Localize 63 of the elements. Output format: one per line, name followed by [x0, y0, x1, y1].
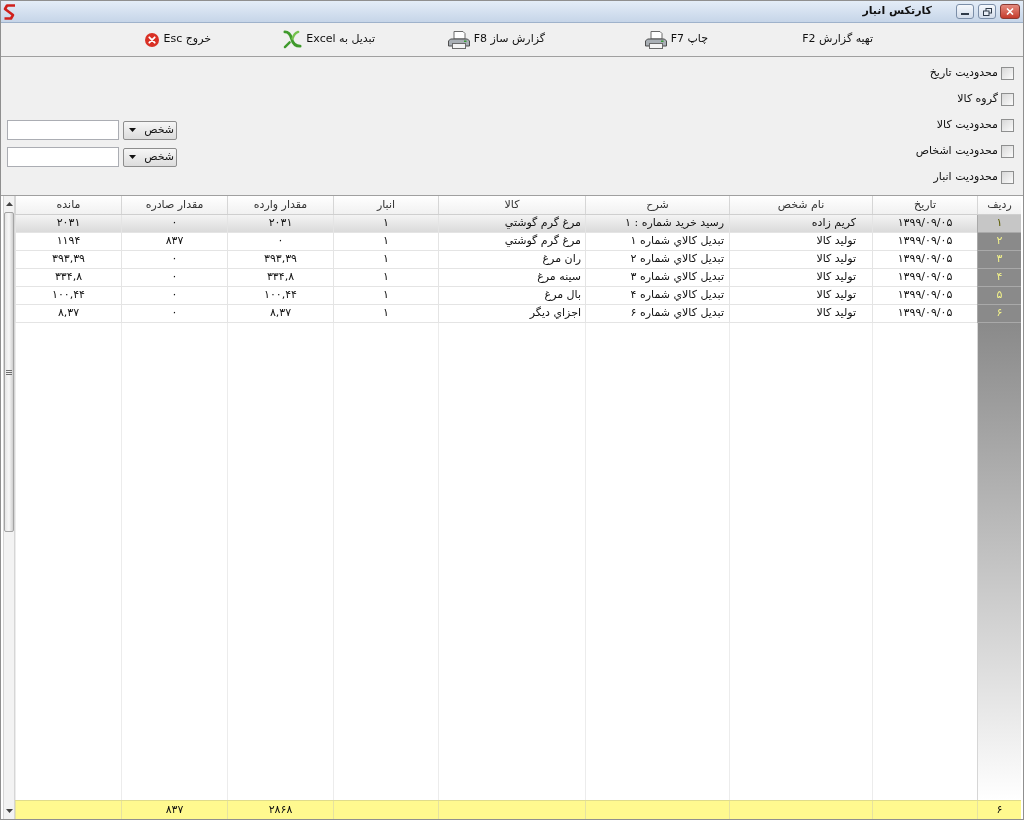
scrollbar-thumb[interactable] — [4, 212, 14, 532]
toolbar-button[interactable]: چاپ F7 — [644, 30, 708, 49]
dropdown[interactable]: شخص — [123, 120, 177, 140]
text-field[interactable] — [7, 120, 119, 140]
checkbox[interactable] — [1001, 170, 1014, 184]
table-cell: ۱۳۹۹/۰۹/۰۵ — [872, 305, 977, 323]
total-cell: ۸۳۷ — [121, 801, 227, 819]
table-row[interactable]: ۶ ۱۳۹۹/۰۹/۰۵ تولید کالا تبدیل کالاي شماره ۶ اجزاي دیگر ۱ ۸,۳۷ ۰ ۸,۳۷ — [15, 305, 1021, 323]
row-number[interactable]: ۱ — [977, 215, 1021, 233]
toolbar-button[interactable]: خروج Esc — [145, 31, 211, 48]
printer-icon — [447, 30, 470, 49]
checkbox[interactable] — [1001, 66, 1014, 80]
up-arrow-icon — [5, 202, 13, 206]
table-row[interactable]: ۳ ۱۳۹۹/۰۹/۰۵ تولید کالا تبدیل کالاي شماره ۲ ران مرغ ۱ ۳۹۳,۳۹ ۰ ۳۹۳,۳۹ — [15, 251, 1021, 269]
curved-x-icon — [283, 30, 303, 49]
toolbar-button[interactable]: تهیه گزارش F2 — [802, 31, 873, 48]
table-cell: ۸,۳۷ — [227, 305, 333, 323]
table-row[interactable]: ۴ ۱۳۹۹/۰۹/۰۵ تولید کالا تبدیل کالاي شماره ۳ سینه مرغ ۱ ۳۳۴,۸ ۰ ۳۳۴,۸ — [15, 269, 1021, 287]
caret-down-icon — [129, 155, 136, 159]
checkbox[interactable] — [1001, 144, 1014, 158]
dropdown[interactable]: شخص — [123, 147, 177, 167]
printer-icon — [644, 30, 667, 49]
toolbar-button[interactable]: تبدیل به Excel — [283, 30, 375, 49]
text-field[interactable] — [7, 147, 119, 167]
table-row[interactable]: ۱ ۱۳۹۹/۰۹/۰۵ کریم زاده رسید خرید شماره : ۱ مرغ گرم گوشتي ۱ ۲۰۳۱ ۰ ۲۰۳۱ — [15, 215, 1021, 233]
restore-button[interactable] — [978, 4, 996, 19]
column-header[interactable]: شرح — [585, 196, 729, 214]
checkbox-label[interactable]: گروه کالا — [957, 90, 998, 108]
column-header[interactable]: انبار — [333, 196, 438, 214]
checkbox-label[interactable]: محدودیت تاریخ — [929, 64, 998, 82]
total-cell: ۶ — [977, 801, 1021, 819]
checkbox-label[interactable]: محدودیت انبار — [933, 168, 998, 186]
table-cell: اجزاي دیگر — [438, 305, 585, 323]
table-cell: تولید کالا — [729, 305, 872, 323]
toolbar-button[interactable]: گزارش ساز F8 — [447, 30, 545, 49]
column-header[interactable]: مقدار صادره — [121, 196, 227, 214]
vertical-scrollbar[interactable] — [3, 196, 15, 819]
checkbox-label[interactable]: محدودیت کالا — [936, 116, 998, 134]
minimize-icon — [961, 13, 969, 15]
window-title: کارتکس انبار — [862, 3, 932, 20]
checkbox[interactable] — [1001, 118, 1014, 132]
column-header[interactable]: ردیف — [977, 196, 1021, 214]
caret-down-icon — [129, 128, 136, 132]
checkbox-label[interactable]: محدودیت اشخاص — [915, 142, 998, 160]
table-cell: ۰ — [121, 305, 227, 323]
checkbox[interactable] — [1001, 92, 1014, 106]
app-logo-icon — [3, 3, 17, 20]
restore-icon — [982, 7, 992, 16]
close-button[interactable] — [1000, 4, 1020, 19]
column-header[interactable]: کالا — [438, 196, 585, 214]
down-arrow-icon — [5, 808, 13, 813]
close-circle-icon — [145, 32, 160, 47]
table-row[interactable]: ۵ ۱۳۹۹/۰۹/۰۵ تولید کالا تبدیل کالاي شماره ۴ بال مرغ ۱ ۱۰۰,۴۴ ۰ ۱۰۰,۴۴ — [15, 287, 1021, 305]
table-row[interactable]: ۲ ۱۳۹۹/۰۹/۰۵ تولید کالا تبدیل کالاي شماره ۱ مرغ گرم گوشتي ۱ ۰ ۸۳۷ ۱۱۹۴ — [15, 233, 1021, 251]
column-header[interactable]: تاریخ — [872, 196, 977, 214]
table-cell: تبدیل کالاي شماره ۶ — [585, 305, 729, 323]
total-cell: ۲۸۶۸ — [227, 801, 333, 819]
table-cell: ۱ — [333, 305, 438, 323]
grip-icon — [6, 369, 12, 375]
column-header[interactable]: مقدار وارده — [227, 196, 333, 214]
minimize-button[interactable] — [956, 4, 974, 19]
column-header[interactable]: نام شخص — [729, 196, 872, 214]
close-icon — [1006, 8, 1014, 15]
